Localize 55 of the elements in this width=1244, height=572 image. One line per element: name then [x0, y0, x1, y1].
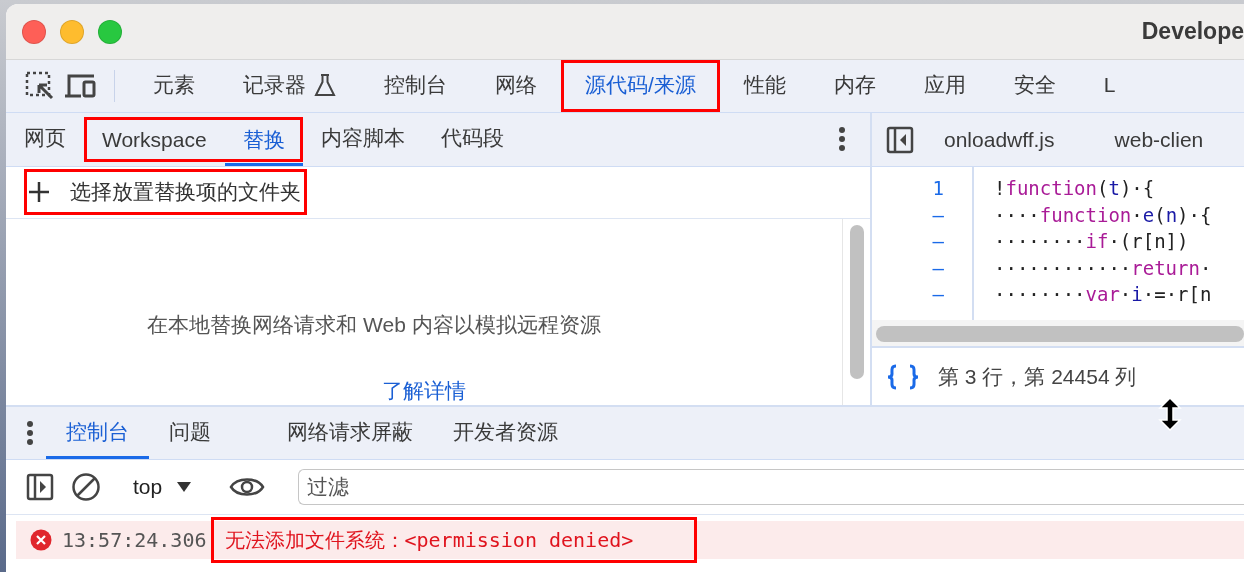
resize-cursor-icon	[1158, 397, 1182, 431]
navigator-tab[interactable]: Workspace	[84, 117, 225, 166]
panel-tab[interactable]: 应用	[899, 60, 990, 112]
context-dropdown[interactable]: top	[123, 475, 203, 499]
navigator-tab[interactable]: 内容脚本	[302, 113, 423, 166]
line-number: –	[932, 255, 944, 281]
drawer-tab[interactable]: 开发者资源	[433, 407, 578, 459]
navigator-tab[interactable]: 网页	[6, 113, 84, 166]
line-number: 1	[932, 176, 944, 201]
panel-tab[interactable]: 性能	[719, 60, 810, 112]
drawer-tab[interactable]: 控制台	[46, 407, 149, 459]
sidebar-toggle-icon[interactable]	[26, 473, 54, 501]
plus-icon	[28, 181, 50, 204]
error-message: 无法添加文件系统：<permission denied>	[210, 517, 698, 563]
filter-field[interactable]: 过滤	[298, 469, 1244, 505]
code-line: ····function·e(n)·{	[994, 202, 1212, 228]
device-toolbar-icon[interactable]	[64, 73, 96, 99]
select-element-icon[interactable]	[25, 71, 55, 101]
scrollbar-thumb[interactable]	[876, 326, 1244, 342]
panel-tab[interactable]: 元素	[129, 60, 219, 112]
code-line: !function(t)·{	[994, 176, 1156, 201]
panel-tab[interactable]: 网络	[471, 60, 561, 112]
code-line: ············return·	[994, 255, 1212, 281]
panel-tab[interactable]: 安全	[989, 60, 1080, 112]
drawer-menu-icon[interactable]	[26, 420, 34, 446]
timestamp: 13:57:24.306	[62, 528, 207, 552]
panel-tab[interactable]: 记录器	[219, 60, 360, 112]
panel-tab[interactable]: L	[1079, 60, 1140, 112]
cursor-position-text: 第 3 行，第 24454 列	[938, 363, 1137, 390]
line-number: –	[932, 282, 944, 307]
empty-state-text: 在本地替换网络请求和 Web 内容以模拟远程资源	[147, 312, 601, 338]
more-options-icon[interactable]	[838, 126, 846, 153]
line-number: –	[932, 202, 944, 228]
learn-more-link[interactable]: 了解详情	[382, 377, 466, 405]
code-line: ········if·(r[n])	[994, 229, 1190, 254]
file-tab[interactable]: web-clien	[1084, 127, 1234, 152]
panel-tab[interactable]: 控制台	[360, 60, 471, 112]
navigator-tab[interactable]: 替换	[224, 117, 303, 166]
drawer-tab[interactable]: 网络请求屏蔽	[267, 407, 433, 459]
pretty-print-icon[interactable]	[886, 363, 920, 390]
file-tab[interactable]: onloadwff.js	[914, 127, 1085, 152]
scrollbar-thumb[interactable]	[849, 225, 864, 379]
clear-console-icon[interactable]	[71, 472, 101, 502]
eye-icon[interactable]	[229, 475, 266, 499]
caret-icon	[176, 481, 193, 493]
drawer-tab[interactable]: 问题	[149, 407, 267, 459]
flask-icon	[314, 72, 336, 97]
code-line: ········var·i·=·r[n	[994, 282, 1212, 307]
close-button[interactable]	[22, 19, 46, 44]
panel-tab[interactable]: 内存	[809, 60, 900, 112]
navigator-tab[interactable]: 代码段	[422, 113, 522, 166]
line-number: –	[932, 229, 944, 254]
sidebar-toggle-icon[interactable]	[886, 125, 914, 154]
window-title: Develope	[1141, 18, 1244, 45]
add-folder-button[interactable]: 选择放置替换项的文件夹	[24, 169, 307, 216]
